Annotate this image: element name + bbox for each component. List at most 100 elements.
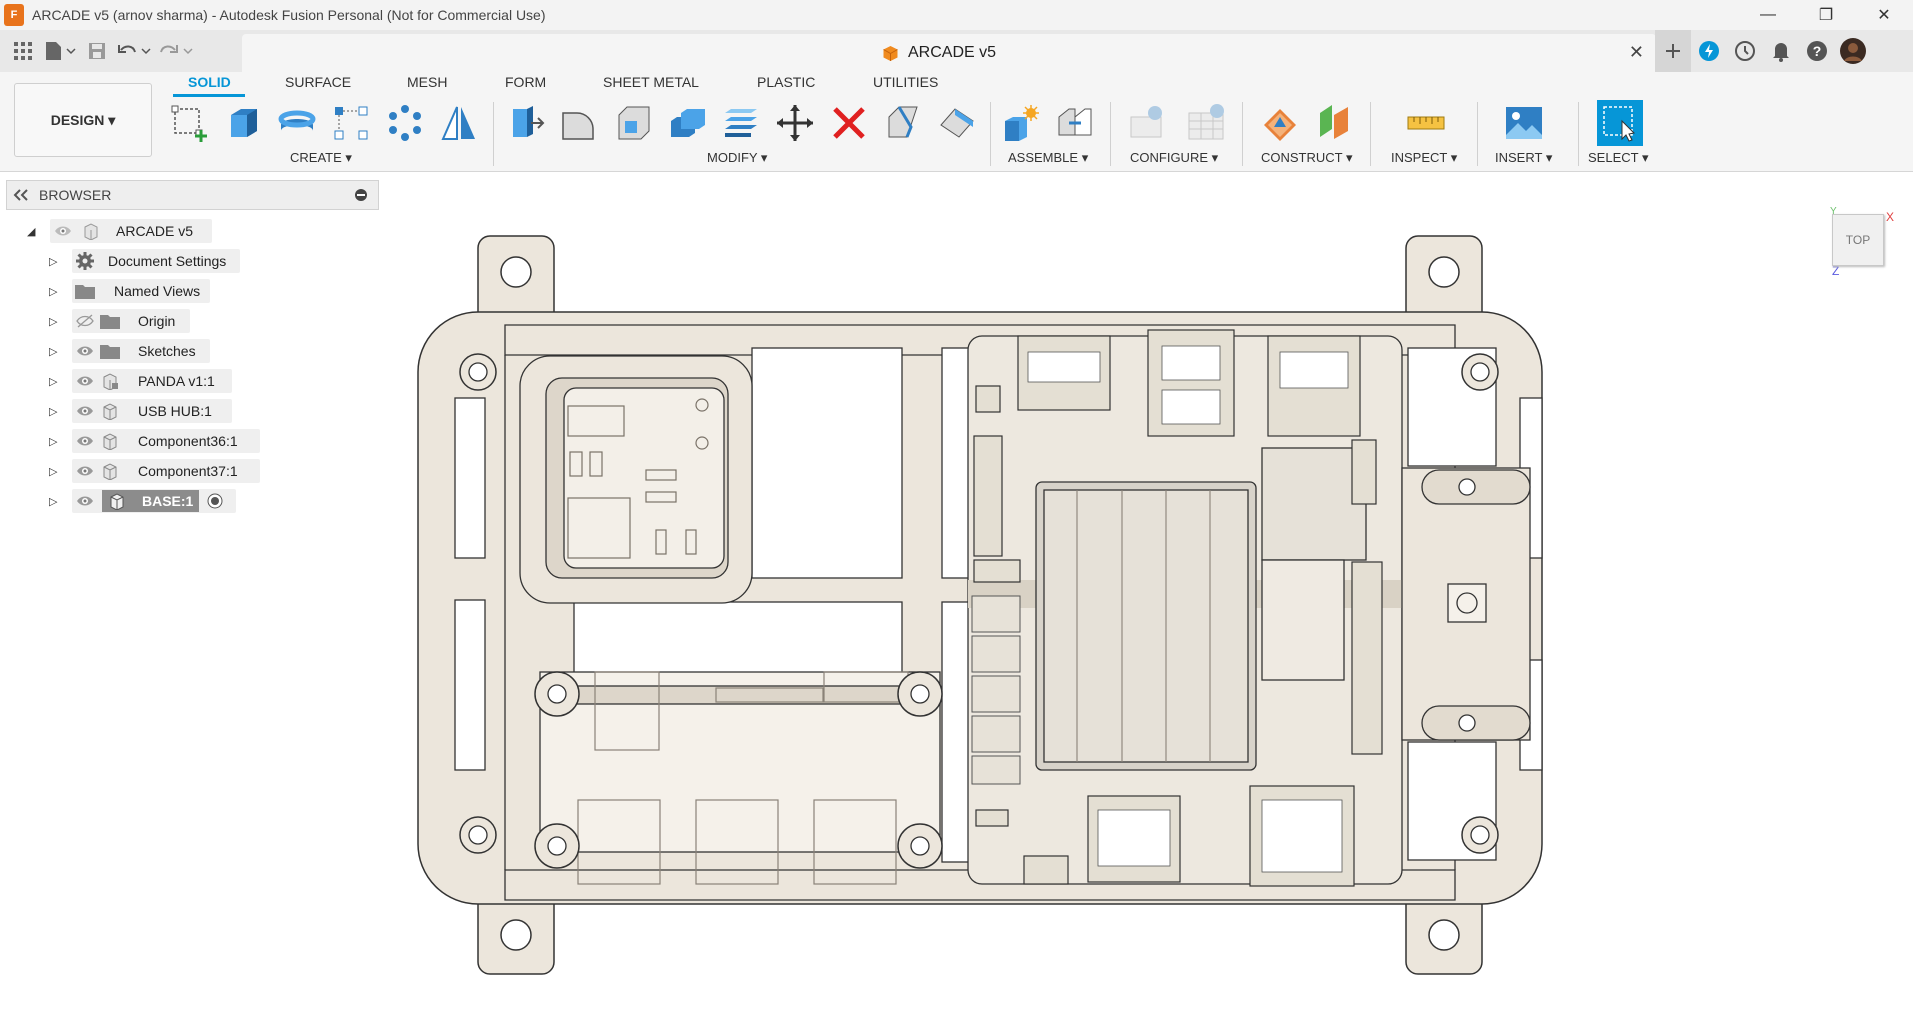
tree-node[interactable]: BASE:1: [72, 489, 236, 513]
document-component-icon: [76, 222, 106, 240]
workspace-switcher-button[interactable]: DESIGN ▾: [14, 83, 152, 157]
insert-group-label[interactable]: INSERT ▾: [1495, 150, 1552, 166]
measure-icon[interactable]: [1405, 102, 1447, 144]
expand-arrow-icon[interactable]: ▷: [49, 345, 57, 358]
new-component-icon[interactable]: [1000, 102, 1042, 144]
extrude-icon[interactable]: [222, 102, 264, 144]
select-icon[interactable]: [1597, 100, 1643, 146]
select-group-label[interactable]: SELECT ▾: [1588, 150, 1648, 166]
collapse-panel-icon[interactable]: [13, 189, 29, 201]
tree-node[interactable]: USB HUB:1: [72, 399, 232, 423]
create-sketch-icon[interactable]: [168, 102, 210, 144]
configure-rule-icon[interactable]: [1186, 102, 1228, 144]
expand-arrow-icon[interactable]: ▷: [49, 375, 57, 388]
tree-row-usb-hub[interactable]: ▷ USB HUB:1: [0, 398, 400, 424]
construct-group-label[interactable]: CONSTRUCT ▾: [1261, 150, 1353, 166]
expand-arrow-icon[interactable]: ▷: [49, 495, 57, 508]
offset-face-icon[interactable]: [720, 102, 762, 144]
extensions-icon[interactable]: [1691, 30, 1727, 72]
expand-arrow-icon[interactable]: ◢: [27, 225, 35, 238]
rectangular-pattern-icon[interactable]: [330, 102, 372, 144]
split-face-icon[interactable]: [882, 102, 924, 144]
offset-plane-icon[interactable]: [1259, 102, 1301, 144]
configure-group-label[interactable]: CONFIGURE ▾: [1130, 150, 1218, 166]
move-copy-icon[interactable]: [774, 102, 816, 144]
tree-row-base[interactable]: ▷ BASE:1: [0, 488, 400, 514]
notifications-bell-icon[interactable]: [1763, 30, 1799, 72]
tree-node[interactable]: Named Views: [72, 279, 210, 303]
file-menu-icon[interactable]: [42, 38, 78, 64]
visibility-eye-icon[interactable]: [72, 435, 98, 447]
tree-row-named-views[interactable]: ▷ Named Views: [0, 278, 400, 304]
tab-plastic[interactable]: PLASTIC: [757, 74, 815, 90]
revolve-icon[interactable]: [276, 102, 318, 144]
create-group-label[interactable]: CREATE ▾: [290, 150, 352, 166]
shell-icon[interactable]: [612, 102, 654, 144]
visibility-eye-icon[interactable]: [72, 465, 98, 477]
small-connector: [975, 385, 1001, 413]
tab-solid[interactable]: SOLID: [188, 74, 231, 90]
tab-form[interactable]: FORM: [505, 74, 546, 90]
tree-node[interactable]: Component37:1: [72, 459, 260, 483]
expand-arrow-icon[interactable]: ▷: [49, 315, 57, 328]
visibility-eye-icon[interactable]: [72, 345, 98, 357]
fillet-icon[interactable]: [558, 102, 600, 144]
tree-row-sketches[interactable]: ▷ Sketches: [0, 338, 400, 364]
insert-canvas-icon[interactable]: [1503, 102, 1545, 144]
save-icon[interactable]: [84, 38, 110, 64]
tab-surface[interactable]: SURFACE: [285, 74, 351, 90]
tab-utilities[interactable]: UTILITIES: [873, 74, 938, 90]
assemble-group-label[interactable]: ASSEMBLE ▾: [1008, 150, 1088, 166]
tree-row-component36[interactable]: ▷ Component36:1: [0, 428, 400, 454]
visibility-eye-icon[interactable]: [72, 495, 98, 507]
document-tab[interactable]: ARCADE v5 ✕: [242, 34, 1656, 72]
activate-radio-icon[interactable]: [203, 493, 227, 509]
tree-node[interactable]: Origin: [72, 309, 190, 333]
plane-at-angle-icon[interactable]: [1313, 102, 1355, 144]
tree-row-component37[interactable]: ▷ Component37:1: [0, 458, 400, 484]
mirror-icon[interactable]: [438, 102, 480, 144]
help-icon[interactable]: ?: [1799, 30, 1835, 72]
visibility-eye-icon[interactable]: [50, 225, 76, 237]
data-panel-grid-icon[interactable]: [10, 38, 36, 64]
root-node[interactable]: ARCADE v5: [50, 219, 212, 243]
tree-row-root[interactable]: ◢ ARCADE v5: [0, 218, 400, 244]
modify-group-label[interactable]: MODIFY ▾: [707, 150, 767, 166]
expand-arrow-icon[interactable]: ▷: [49, 435, 57, 448]
joint-icon[interactable]: [1054, 102, 1096, 144]
delete-icon[interactable]: [828, 102, 870, 144]
split-body-icon[interactable]: [936, 102, 978, 144]
tab-sheet-metal[interactable]: SHEET METAL: [603, 74, 699, 90]
visibility-eye-icon[interactable]: [72, 375, 98, 387]
circular-pattern-icon[interactable]: [384, 102, 426, 144]
combine-icon[interactable]: [666, 102, 708, 144]
tree-row-panda[interactable]: ▷ PANDA v1:1: [0, 368, 400, 394]
inspect-group-label[interactable]: INSPECT ▾: [1391, 150, 1457, 166]
expand-arrow-icon[interactable]: ▷: [49, 285, 57, 298]
redo-icon[interactable]: [158, 38, 194, 64]
expand-arrow-icon[interactable]: ▷: [49, 255, 57, 268]
close-tab-button[interactable]: ✕: [1629, 42, 1644, 63]
user-avatar[interactable]: [1835, 30, 1871, 72]
minimize-button[interactable]: —: [1739, 0, 1797, 30]
tab-mesh[interactable]: MESH: [407, 74, 447, 90]
tree-node[interactable]: Component36:1: [72, 429, 260, 453]
expand-arrow-icon[interactable]: ▷: [49, 405, 57, 418]
tree-node[interactable]: Document Settings: [72, 249, 240, 273]
model-viewport[interactable]: [400, 210, 1913, 1016]
restore-button[interactable]: ❐: [1797, 0, 1855, 30]
job-status-clock-icon[interactable]: [1727, 30, 1763, 72]
undo-icon[interactable]: [116, 38, 152, 64]
tree-row-origin[interactable]: ▷ Origin: [0, 308, 400, 334]
tree-row-document-settings[interactable]: ▷ Document Settings: [0, 248, 400, 274]
tree-node[interactable]: Sketches: [72, 339, 210, 363]
tree-node[interactable]: PANDA v1:1: [72, 369, 232, 393]
hidden-eye-icon[interactable]: [72, 314, 98, 328]
expand-arrow-icon[interactable]: ▷: [49, 465, 57, 478]
press-pull-icon[interactable]: [504, 102, 546, 144]
close-window-button[interactable]: ✕: [1855, 0, 1913, 30]
visibility-eye-icon[interactable]: [72, 405, 98, 417]
new-tab-plus-icon[interactable]: [1655, 30, 1691, 72]
browser-pin-icon[interactable]: [354, 188, 368, 202]
configure-table-icon[interactable]: [1126, 102, 1168, 144]
